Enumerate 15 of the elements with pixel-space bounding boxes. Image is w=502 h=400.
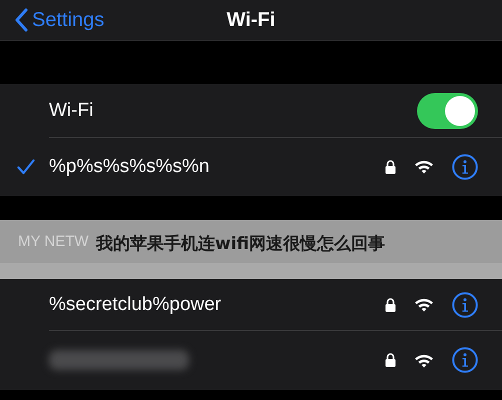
network-name[interactable]: %p%s%s%s%s%n [49,156,385,178]
info-icon[interactable] [452,154,478,180]
chevron-left-icon [14,8,28,32]
info-icon[interactable] [452,292,478,318]
info-icon[interactable] [452,347,478,373]
wifi-signal-icon [414,352,434,368]
wifi-toggle[interactable] [417,92,478,128]
wifi-signal-icon [414,159,434,174]
section-header: MY NETW [18,233,89,250]
wifi-label: Wi-Fi [49,100,94,122]
network-name[interactable]: %secretclub%power [49,294,385,316]
caption-title: 我的苹果手机连wifi网速很慢怎么回事 [96,233,386,255]
back-button[interactable]: Settings [0,7,110,33]
wifi-signal-icon [414,297,434,312]
screen-title: Wi-Fi [226,8,276,32]
